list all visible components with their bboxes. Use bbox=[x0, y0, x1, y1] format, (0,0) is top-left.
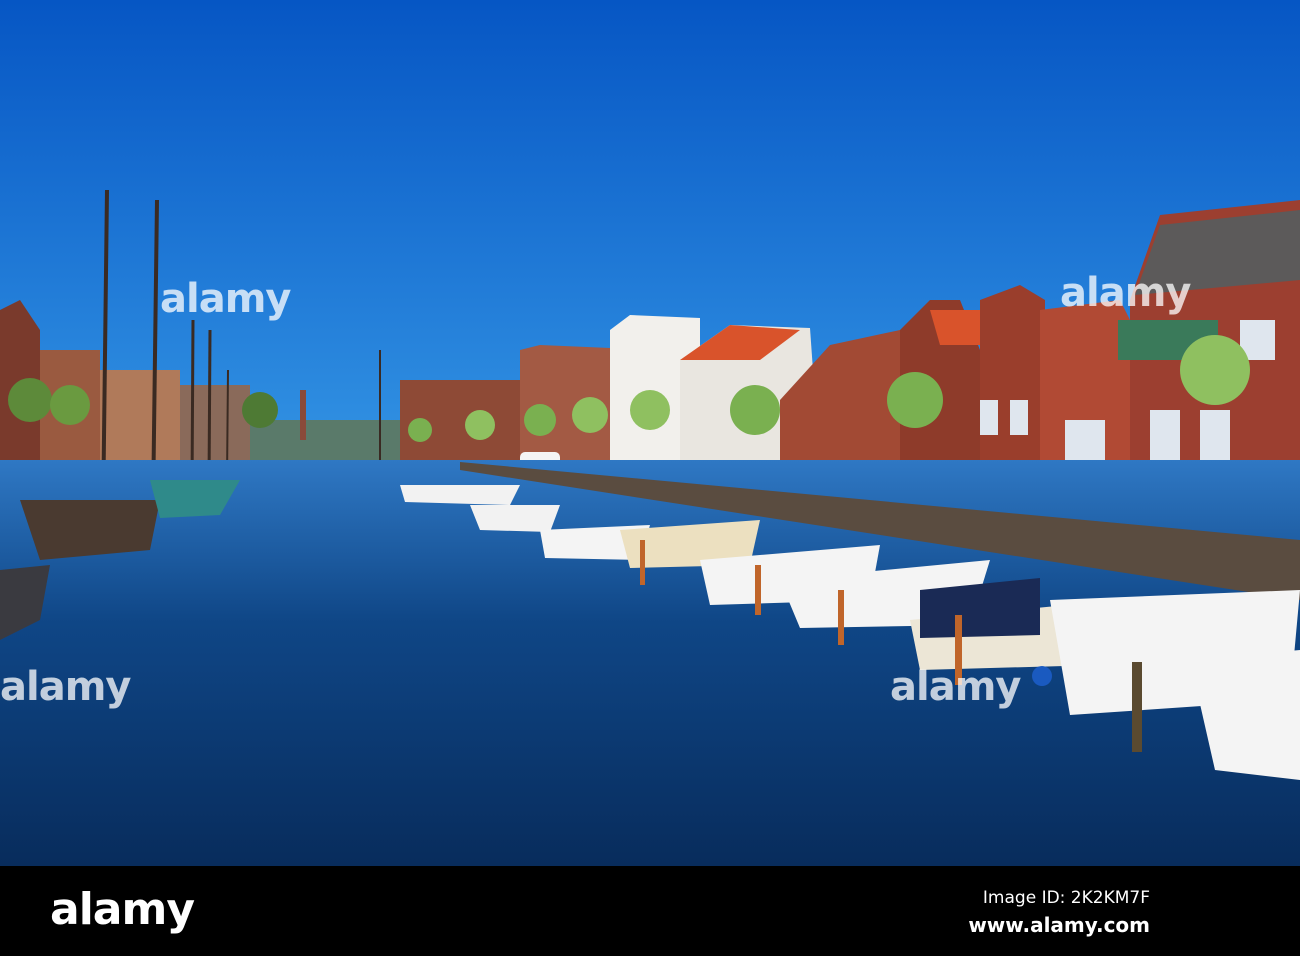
footer-bar: alamy Image ID: 2K2KM7F www.alamy.com bbox=[0, 866, 1300, 956]
alamy-logo: alamy bbox=[50, 884, 195, 935]
image-id: Image ID: 2K2KM7F bbox=[982, 888, 1150, 908]
watermark: alamy bbox=[0, 664, 131, 710]
watermark: alamy bbox=[1060, 270, 1191, 316]
far-trees bbox=[250, 420, 410, 460]
website-link: www.alamy.com bbox=[968, 913, 1150, 937]
watermark: alamy bbox=[890, 664, 1021, 710]
canal-photo bbox=[0, 0, 1300, 866]
watermark: alamy bbox=[160, 276, 291, 322]
chimney bbox=[300, 390, 306, 440]
